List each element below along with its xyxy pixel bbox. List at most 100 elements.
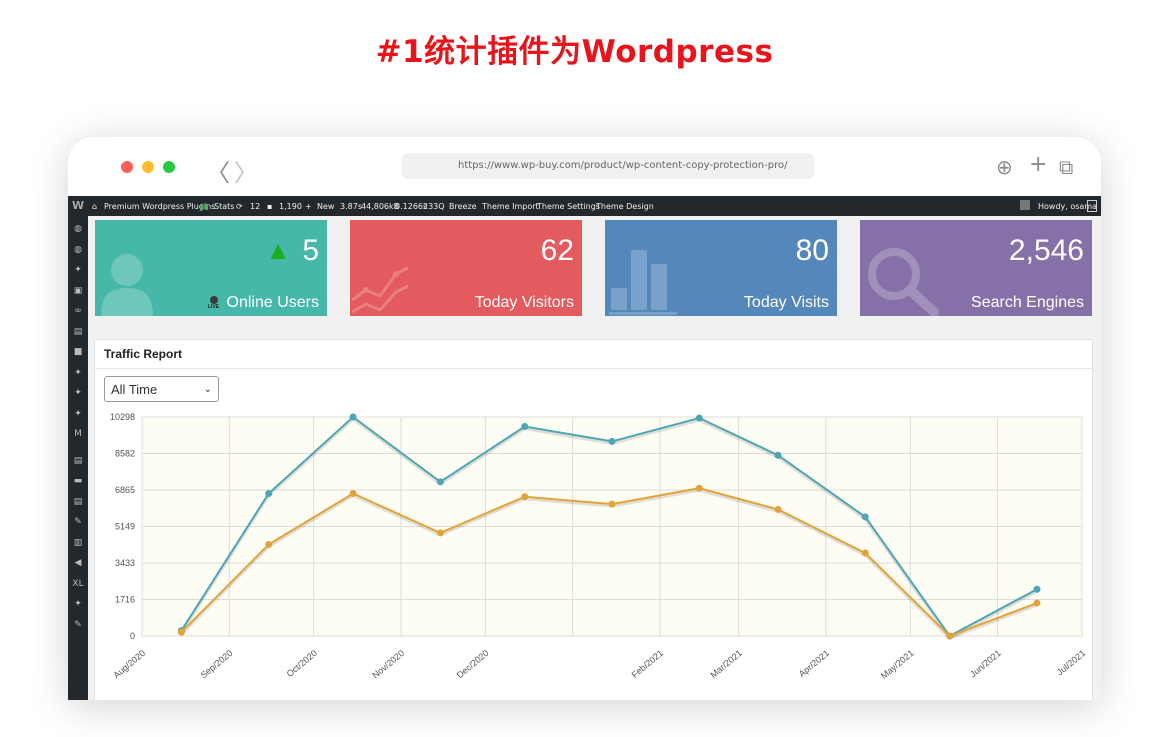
forward-arrow-icon[interactable]: 〉 bbox=[234, 153, 258, 188]
sidebar-links-icon[interactable]: ∞ bbox=[68, 306, 88, 316]
admin-bar-theme-settings[interactable]: Theme Settings bbox=[537, 202, 600, 211]
admin-bar-theme-design[interactable]: Theme Design bbox=[596, 202, 654, 211]
x-tick-label: Apr/2021 bbox=[797, 648, 831, 679]
x-tick-label: Mar/2021 bbox=[708, 648, 744, 680]
series-0-point bbox=[521, 423, 529, 431]
x-tick-label: Aug/2020 bbox=[111, 648, 147, 680]
back-arrow-icon[interactable]: 〈 bbox=[206, 153, 230, 188]
series-1-point bbox=[436, 529, 444, 537]
series-1-point bbox=[695, 484, 703, 492]
sidebar-media-icon[interactable]: ▣ bbox=[68, 286, 88, 296]
time-range-select[interactable]: All Time ⌄ bbox=[104, 376, 219, 402]
admin-bar-memory[interactable]: 44,806kB bbox=[361, 202, 399, 211]
series-1-point bbox=[349, 490, 357, 498]
series-0-point bbox=[436, 478, 444, 486]
updates-icon: ⟳ bbox=[236, 202, 243, 211]
y-tick-label: 0 bbox=[130, 631, 135, 641]
today-visitors-label: Today Visitors bbox=[474, 294, 574, 311]
online-users-count: 5 bbox=[302, 234, 319, 267]
sidebar-pin-icon[interactable]: ✦ bbox=[68, 388, 88, 398]
x-tick-label: Jul/2021 bbox=[1055, 648, 1087, 678]
admin-bar-theme-import[interactable]: Theme Import bbox=[482, 202, 539, 211]
sidebar-xl-icon[interactable]: XL bbox=[68, 579, 88, 589]
series-0-point bbox=[695, 414, 703, 422]
sidebar-appearance-icon[interactable]: ▤ bbox=[68, 497, 88, 507]
sidebar-pin-icon[interactable]: ✦ bbox=[68, 599, 88, 609]
sidebar-pin-icon[interactable]: ✦ bbox=[68, 368, 88, 378]
bar-chart-icon: ▮▮ bbox=[200, 202, 209, 211]
today-visitors-count: 62 bbox=[540, 234, 574, 267]
sidebar-pin-icon[interactable]: ✦ bbox=[68, 409, 88, 419]
panel-divider bbox=[95, 368, 1092, 369]
x-tick-label: Sep/2020 bbox=[199, 648, 235, 680]
traffic-report-panel: Traffic Report All Time ⌄ 0 1716 3433 5149 6… bbox=[94, 339, 1093, 700]
y-tick-label: 5149 bbox=[115, 522, 135, 532]
admin-bar-updates[interactable]: 12 bbox=[250, 202, 260, 211]
today-visits-count: 80 bbox=[795, 234, 829, 267]
sidebar-forms-icon[interactable]: ▤ bbox=[68, 456, 88, 466]
user-avatar[interactable] bbox=[1087, 200, 1097, 212]
sidebar-comments-icon[interactable]: ■ bbox=[68, 347, 88, 357]
admin-bar-new[interactable]: New bbox=[317, 202, 334, 211]
online-users-label: Online Users bbox=[226, 294, 319, 311]
series-1-point bbox=[608, 500, 616, 508]
comments-icon: ▪ bbox=[267, 202, 273, 211]
sidebar-brush-icon[interactable]: ✎ bbox=[68, 517, 88, 527]
traffic-report-title: Traffic Report bbox=[104, 347, 183, 361]
series-1-point bbox=[521, 493, 529, 501]
stat-card-today-visitors[interactable]: 62 Today Visitors bbox=[350, 220, 582, 316]
series-0-point bbox=[774, 451, 782, 459]
y-tick-label: 8582 bbox=[115, 448, 135, 458]
stat-card-search-engines[interactable]: 2,546 Search Engines bbox=[860, 220, 1092, 316]
admin-bar-load-time[interactable]: 3.87s bbox=[340, 202, 362, 211]
live-indicator-icon: LIVE bbox=[208, 296, 220, 310]
sidebar-mailchimp-icon[interactable]: M bbox=[68, 429, 88, 439]
stat-card-today-visits[interactable]: 80 Today Visits bbox=[605, 220, 837, 316]
search-engines-count: 2,546 bbox=[1008, 234, 1084, 267]
chevron-down-icon: ⌄ bbox=[203, 384, 212, 395]
sidebar-tools-icon[interactable]: ✎ bbox=[68, 620, 88, 630]
sidebar-dashboard-icon[interactable]: ◍ bbox=[68, 224, 88, 234]
home-icon: ⌂ bbox=[92, 202, 98, 211]
wp-admin-sidebar: ◍ ◍ ✦ ▣ ∞ ▤ ■ ✦ ✦ ✦ M ▤ ▬ ▤ ✎ ▥ ◀ XL ✦ ✎ bbox=[68, 216, 88, 700]
series-0-point bbox=[608, 437, 616, 445]
sidebar-stats-icon[interactable]: ▥ bbox=[68, 538, 88, 548]
admin-bar-stats[interactable]: Stats bbox=[214, 202, 234, 211]
series-1-point bbox=[1033, 599, 1041, 607]
series-1-point bbox=[861, 549, 869, 557]
today-visits-label: Today Visits bbox=[743, 294, 829, 311]
admin-bar-comments[interactable]: 1,190 bbox=[279, 202, 302, 211]
new-tab-icon[interactable]: + bbox=[1029, 152, 1047, 177]
x-tick-label: Oct/2020 bbox=[285, 648, 319, 679]
series-0-point bbox=[861, 513, 869, 521]
download-icon[interactable]: ⊕ bbox=[996, 155, 1013, 179]
wp-admin-bar: W ⌂ Premium Wordpress Plugins ▮▮ Stats ⟳… bbox=[68, 196, 1101, 216]
browser-window: 〈 〉 https://www.wp-buy.com/product/wp-co… bbox=[68, 137, 1101, 700]
wordpress-logo-icon[interactable]: W bbox=[72, 199, 84, 212]
series-0-point bbox=[349, 413, 357, 421]
sidebar-megaphone-icon[interactable]: ◀ bbox=[68, 558, 88, 568]
sidebar-slider-icon[interactable]: ▬ bbox=[68, 476, 88, 486]
minimize-window-button[interactable] bbox=[142, 161, 154, 173]
tabs-overview-icon[interactable]: ⧉ bbox=[1059, 155, 1073, 179]
sidebar-pages-icon[interactable]: ▤ bbox=[68, 327, 88, 337]
stat-card-online-users[interactable]: ▲ 5 LIVE Online Users bbox=[95, 220, 327, 316]
admin-bar-queries[interactable]: 233Q bbox=[423, 202, 445, 211]
close-window-button[interactable] bbox=[121, 161, 133, 173]
magnifier-icon bbox=[868, 248, 939, 316]
series-0-point bbox=[1033, 585, 1041, 593]
trend-chart-icon bbox=[351, 266, 409, 314]
x-tick-label: Dec/2020 bbox=[455, 648, 491, 680]
address-bar[interactable]: https://www.wp-buy.com/product/wp-conten… bbox=[402, 153, 814, 179]
admin-bar-breeze[interactable]: Breeze bbox=[449, 202, 477, 211]
plus-icon: + bbox=[305, 202, 312, 211]
trend-up-icon: ▲ bbox=[265, 235, 291, 265]
x-tick-label: Jun/2021 bbox=[968, 648, 1003, 679]
sidebar-jetpack-icon[interactable]: ◍ bbox=[68, 245, 88, 255]
admin-bar-site-name[interactable]: Premium Wordpress Plugins bbox=[104, 202, 215, 211]
time-range-value: All Time bbox=[111, 382, 158, 397]
sidebar-pin-icon[interactable]: ✦ bbox=[68, 265, 88, 275]
maximize-window-button[interactable] bbox=[163, 161, 175, 173]
x-tick-label: Nov/2020 bbox=[370, 648, 406, 680]
series-0-point bbox=[265, 490, 273, 498]
